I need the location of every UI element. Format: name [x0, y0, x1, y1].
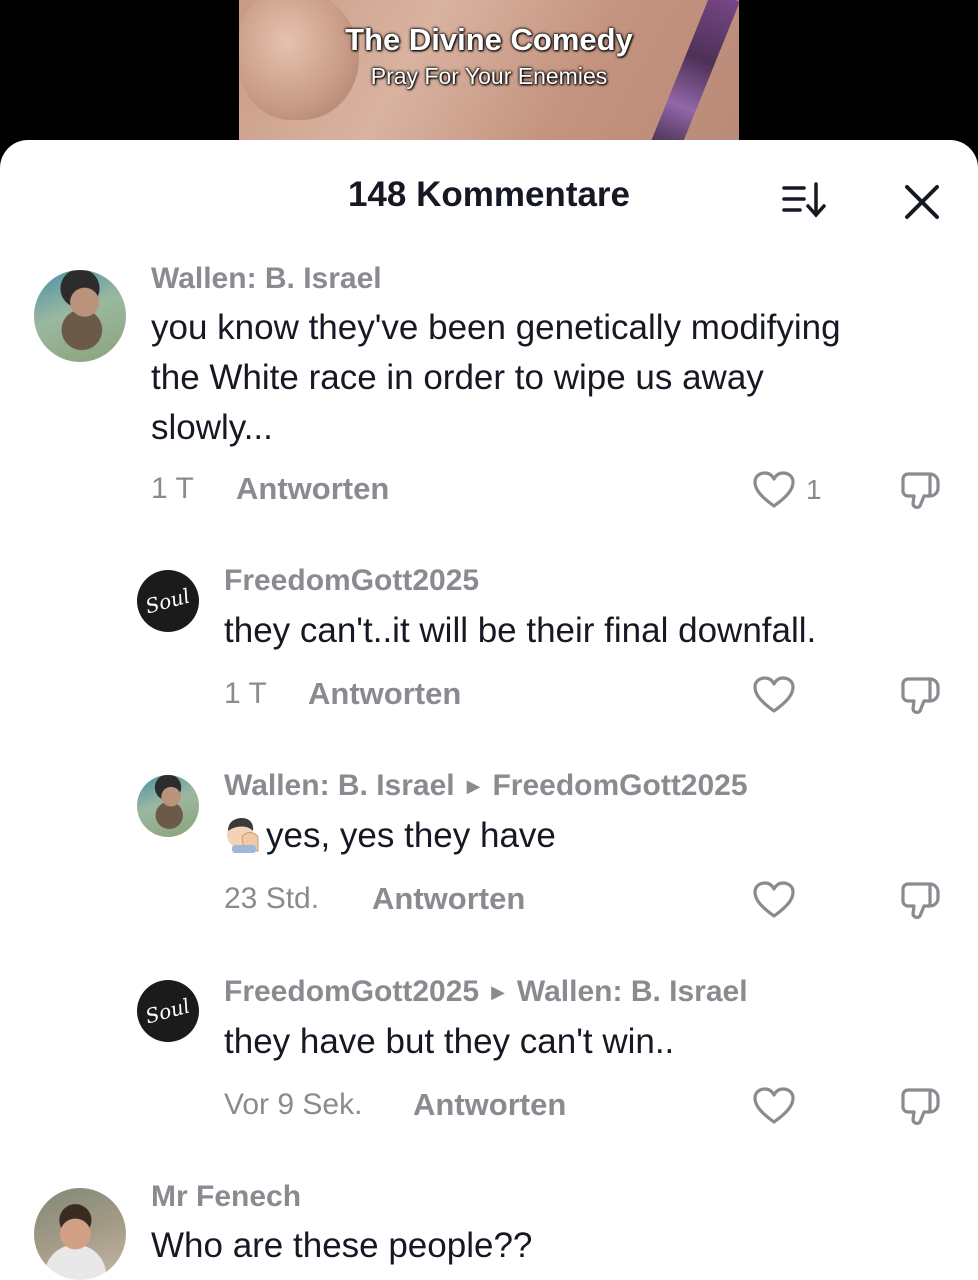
comment-time: Vor 9 Sek.: [224, 1088, 363, 1121]
comment-time: 1 T: [151, 472, 194, 505]
close-icon[interactable]: [900, 180, 944, 224]
comment-text-row: yes, yes they have: [224, 811, 556, 861]
avatar[interactable]: Soul: [137, 980, 199, 1042]
comment-username[interactable]: FreedomGott2025: [224, 975, 479, 1008]
avatar[interactable]: [34, 1188, 126, 1280]
avatar[interactable]: [34, 270, 126, 362]
reply-arrow-icon: ▶: [466, 776, 481, 796]
heart-icon[interactable]: [752, 880, 796, 920]
reply-button[interactable]: Antworten: [308, 676, 461, 712]
reply-button[interactable]: Antworten: [236, 471, 389, 507]
video-subtitle: Pray For Your Enemies: [370, 63, 608, 89]
video-thumbnail[interactable]: The Divine Comedy Pray For Your Enemies: [239, 0, 739, 150]
comment-text-line: you know they've been genetically modify…: [151, 308, 841, 347]
comment-username-thread: Wallen: B. Israel ▶ FreedomGott2025: [224, 769, 748, 803]
comment-text: Who are these people??: [151, 1226, 533, 1265]
comment-text: they can't..it will be their final downf…: [224, 611, 817, 650]
reply-arrow-icon: ▶: [491, 982, 505, 1002]
video-content-hand: [239, 0, 359, 120]
comment-username[interactable]: FreedomGott2025: [224, 564, 479, 598]
reply-button[interactable]: Antworten: [372, 881, 525, 917]
comment-username[interactable]: Wallen: B. Israel: [224, 769, 455, 802]
comment-time: 23 Std.: [224, 882, 320, 915]
video-title: The Divine Comedy: [345, 22, 633, 57]
comment-username-thread: FreedomGott2025 ▶ Wallen: B. Israel: [224, 975, 748, 1009]
comment-text: they have but they can't win..: [224, 1022, 675, 1061]
dislike-icon[interactable]: [900, 673, 944, 717]
dislike-icon[interactable]: [900, 468, 944, 512]
heart-icon[interactable]: [752, 675, 796, 715]
comment-username[interactable]: Wallen: B. Israel: [151, 262, 382, 296]
comment-username[interactable]: Mr Fenech: [151, 1180, 301, 1214]
comments-header: 148 Kommentare: [0, 140, 978, 250]
avatar-logo-text: Soul: [143, 993, 193, 1029]
reply-button[interactable]: Antworten: [413, 1087, 566, 1123]
heart-icon[interactable]: [752, 1086, 796, 1126]
dislike-icon[interactable]: [900, 878, 944, 922]
comment-text-line: the White race in order to wipe us away: [151, 358, 764, 397]
comment-text-line: slowly...: [151, 408, 273, 447]
avatar[interactable]: [137, 775, 199, 837]
comment-text: yes, yes they have: [266, 816, 556, 855]
comments-count-title: 148 Kommentare: [347, 175, 631, 214]
avatar[interactable]: Soul: [137, 570, 199, 632]
dislike-icon[interactable]: [900, 1084, 944, 1128]
avatar-logo-text: Soul: [143, 583, 193, 619]
reply-to-username[interactable]: FreedomGott2025: [492, 769, 747, 802]
sort-icon[interactable]: [780, 180, 830, 220]
comments-sheet: 148 Kommentare Wallen: B. Israel you kno…: [0, 140, 978, 1280]
reply-to-username[interactable]: Wallen: B. Israel: [517, 975, 748, 1008]
face-palm-emoji: [227, 818, 259, 853]
video-player[interactable]: The Divine Comedy Pray For Your Enemies: [0, 0, 978, 150]
heart-icon[interactable]: [752, 470, 796, 510]
comment-text: you know they've been genetically modify…: [151, 303, 971, 453]
comment-time: 1 T: [224, 677, 267, 710]
like-count: 1: [806, 474, 822, 505]
